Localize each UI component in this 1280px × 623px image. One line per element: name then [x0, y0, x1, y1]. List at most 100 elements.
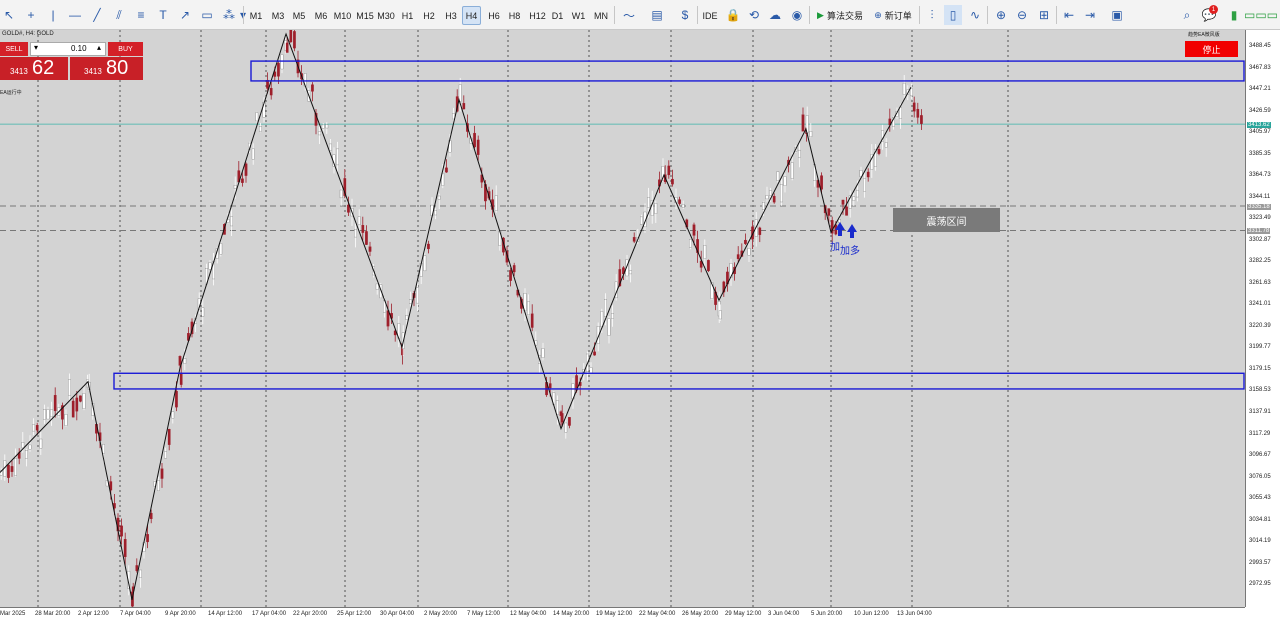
bear-candle	[530, 313, 534, 328]
bull-candle	[405, 315, 409, 320]
timeframe-h2[interactable]: H2	[419, 6, 439, 25]
lot-decrease-icon[interactable]: ▾	[34, 43, 38, 52]
timeframe-m30[interactable]: M30	[376, 6, 396, 25]
one-click-trading-panel: SELL ▾ 0.10 ▴ BUY 3413 62 3413 80	[0, 42, 143, 80]
rectangle-icon[interactable]: ▭	[198, 5, 216, 25]
price-tick-label: 3055.43	[1249, 495, 1271, 502]
time-tick-label: 14 Apr 12:00	[208, 611, 243, 617]
autoscroll-icon[interactable]: ⇥	[1081, 5, 1099, 25]
horizontal-line-icon[interactable]: —	[66, 5, 84, 25]
bull-candle	[230, 216, 233, 227]
zoom-out-icon[interactable]: ⊖	[1013, 5, 1031, 25]
price-tick-label: 3282.25	[1249, 258, 1271, 265]
template-icon[interactable]: ▤	[648, 5, 666, 25]
sell-button[interactable]: SELL	[0, 42, 28, 56]
vertical-line-icon[interactable]: |	[44, 5, 62, 25]
timeframe-m5[interactable]: M5	[289, 6, 309, 25]
bull-candle	[458, 84, 462, 102]
bull-candle	[82, 393, 86, 409]
timeframe-m3[interactable]: M3	[268, 6, 288, 25]
tile-windows-icon[interactable]: ⊞	[1035, 5, 1053, 25]
time-tick-label: 22 Apr 20:00	[293, 611, 328, 617]
line-chart-type-icon[interactable]: 〜	[620, 5, 638, 25]
price-tick-label: 3261.63	[1249, 279, 1271, 286]
bull-candle	[769, 190, 772, 196]
bear-candle	[877, 149, 881, 154]
time-scale[interactable]: Mar 2025 28 Mar 20:00 2 Apr 12:00 7 Apr 04:…	[0, 607, 1245, 623]
line-chart-icon[interactable]: ∿	[966, 5, 984, 25]
price-scale[interactable]: 3488.45 3467.83 3447.21 3426.59 3405.97 3385.…	[1245, 30, 1280, 607]
bull-candle	[357, 216, 361, 225]
ide-button[interactable]: IDE	[701, 6, 719, 25]
bear-candle	[866, 171, 870, 178]
bull-candle	[39, 438, 43, 449]
trendline-icon[interactable]: ╱	[88, 5, 106, 25]
timeframe-h4[interactable]: H4	[462, 6, 481, 25]
bull-candle	[654, 203, 658, 214]
signal-icon[interactable]: ⟲	[745, 5, 763, 25]
timeframe-h6[interactable]: H6	[484, 6, 504, 25]
price-tick-label: 3158.53	[1249, 387, 1271, 394]
timeframe-m1[interactable]: M1	[246, 6, 266, 25]
notifications-icon[interactable]: 💬 1	[1200, 5, 1218, 25]
vps-icon[interactable]: ◉	[788, 5, 806, 25]
bull-candle	[564, 422, 568, 433]
chart-shift-icon[interactable]: ⇤	[1060, 5, 1078, 25]
timeframe-m15[interactable]: M15	[354, 6, 376, 25]
new-order-button[interactable]: ⊕ 新订单	[870, 6, 916, 25]
signal-strength-icon[interactable]: ▮	[1227, 5, 1241, 25]
timeframe-mn[interactable]: MN	[590, 6, 612, 25]
support-zone	[113, 372, 1245, 390]
cursor-icon[interactable]: ↖	[0, 5, 18, 25]
new-order-label: 新订单	[884, 11, 912, 21]
lot-increase-icon[interactable]: ▴	[97, 43, 101, 52]
price-tick-label: 3076.05	[1249, 473, 1271, 480]
timeframe-h12[interactable]: H12	[527, 6, 548, 25]
toolbar-separator	[1056, 6, 1057, 24]
timeframe-h3[interactable]: H3	[441, 6, 461, 25]
bull-candle	[201, 307, 205, 317]
timeframe-d1[interactable]: D1	[548, 6, 567, 25]
sell-price-box[interactable]: 3413 62	[0, 57, 68, 80]
timeframe-w1[interactable]: W1	[569, 6, 588, 25]
time-tick-label: 13 Jun 04:00	[897, 611, 932, 617]
lock-icon[interactable]: 🔒	[724, 5, 742, 25]
buy-price-big: 80	[106, 57, 129, 79]
candle-chart-icon[interactable]: ▯	[944, 5, 962, 25]
bull-candle	[798, 149, 801, 158]
fibonacci-icon[interactable]: ≡	[132, 5, 150, 25]
screenshot-icon[interactable]: ▣	[1108, 5, 1126, 25]
bar-chart-icon[interactable]: ⫶	[923, 5, 941, 25]
bull-candle	[46, 409, 50, 420]
lot-size-input[interactable]: ▾ 0.10 ▴	[30, 42, 106, 56]
chart-area[interactable]: GOLD#, H4: GOLD EA运行中 趋势EA微风版 停止 震荡区间 加 …	[0, 30, 1245, 607]
bear-candle	[241, 178, 244, 183]
lot-size-value: 0.10	[71, 44, 87, 53]
toolbar-separator	[614, 6, 615, 24]
arrow-icon[interactable]: ↗	[176, 5, 194, 25]
market-icon[interactable]: $	[676, 5, 694, 25]
buy-price-box[interactable]: 3413 80	[70, 57, 143, 80]
signal-label-add-long: 加多	[840, 246, 860, 257]
stop-button[interactable]: 停止	[1185, 41, 1238, 57]
price-tick-label: 3014.19	[1249, 538, 1271, 545]
bear-candle	[593, 351, 596, 356]
timeframe-h8[interactable]: H8	[505, 6, 524, 25]
algo-trading-label: 算法交易	[826, 11, 863, 21]
timeframe-m6[interactable]: M6	[311, 6, 331, 25]
algo-trading-button[interactable]: ▶ 算法交易	[812, 6, 868, 25]
crosshair-icon[interactable]: +	[22, 5, 40, 25]
timeframe-m10[interactable]: M10	[332, 6, 353, 25]
price-tick-label: 3467.83	[1249, 64, 1271, 71]
text-icon[interactable]: T	[154, 5, 172, 25]
shapes-icon[interactable]: ⁂	[220, 5, 238, 25]
buy-button[interactable]: BUY	[108, 42, 143, 56]
cloud-icon[interactable]: ☁	[766, 5, 784, 25]
bull-candle	[780, 184, 783, 203]
zoom-in-icon[interactable]: ⊕	[992, 5, 1010, 25]
timeframe-h1[interactable]: H1	[398, 6, 417, 25]
channel-icon[interactable]: ⫽	[110, 5, 128, 25]
search-icon[interactable]: ⌕	[1178, 5, 1196, 25]
bull-candle	[259, 126, 262, 132]
symbol-info: GOLD#, H4: GOLD	[2, 31, 54, 37]
